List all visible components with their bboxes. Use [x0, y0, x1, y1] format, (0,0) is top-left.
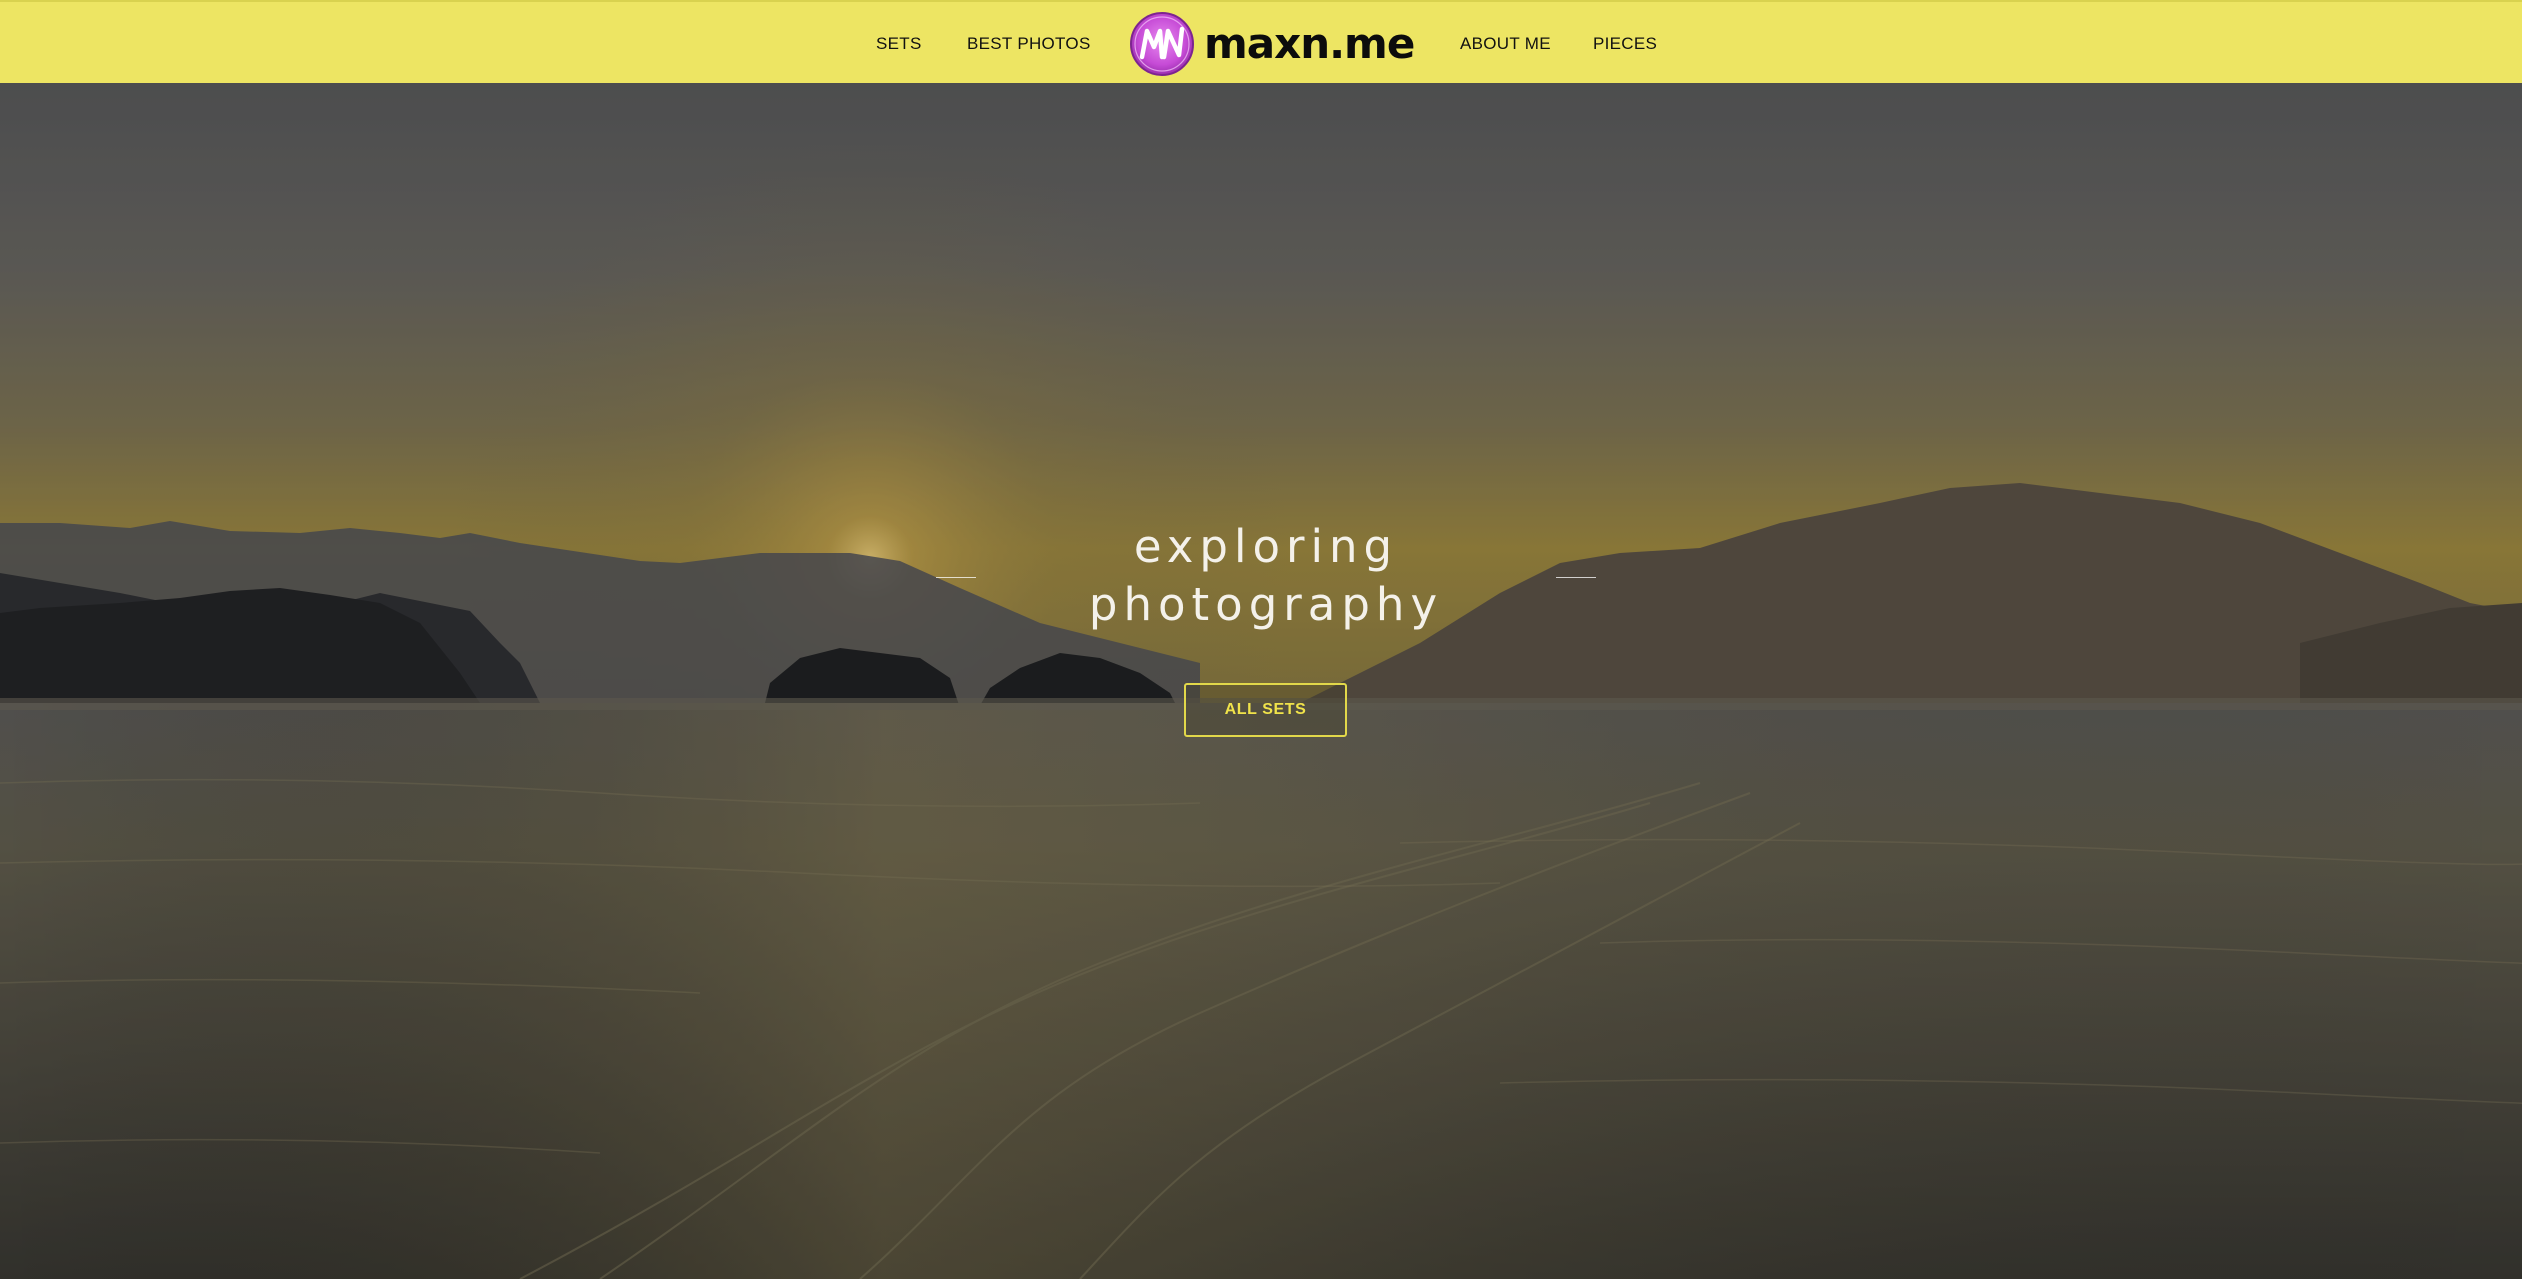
title-decor-line-left — [936, 577, 976, 578]
nav-link-sets[interactable]: SETS — [876, 2, 922, 85]
hero-section: exploring photography ALL SETS — [0, 83, 2522, 1279]
title-decor-line-right — [1556, 577, 1596, 578]
page: SETS BEST PHOTOS maxn.me ABOUT ME PIECES — [0, 0, 2522, 1279]
hero-title-line-2: photography — [1088, 578, 1444, 631]
hero-title-line-1: exploring — [1133, 520, 1399, 573]
site-header: SETS BEST PHOTOS maxn.me ABOUT ME PIECES — [0, 0, 2522, 83]
logo-mark-icon — [1130, 12, 1194, 76]
site-logo[interactable]: maxn.me — [1129, 11, 1429, 77]
nav-link-pieces[interactable]: PIECES — [1593, 2, 1657, 85]
hero-dim-overlay — [0, 83, 2522, 1279]
hero-title: exploring photography — [1011, 518, 1521, 634]
nav-link-about-me[interactable]: ABOUT ME — [1460, 2, 1551, 85]
logo-text: maxn.me — [1204, 19, 1415, 68]
all-sets-button[interactable]: ALL SETS — [1184, 683, 1347, 737]
nav-link-best-photos[interactable]: BEST PHOTOS — [967, 2, 1091, 85]
